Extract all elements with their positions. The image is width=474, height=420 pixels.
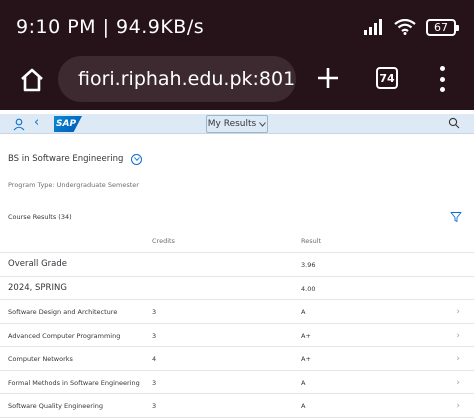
course-name: Software Quality Engineering (8, 402, 104, 410)
chevron-right-icon[interactable]: › (456, 354, 460, 364)
app-title-menu[interactable]: My Results (206, 115, 268, 133)
plus-icon (318, 68, 338, 88)
program-header: BS in Software Engineering (8, 151, 143, 167)
menu-dot-icon (439, 66, 445, 71)
course-result: A+ (301, 355, 311, 363)
course-name: Software Design and Architecture (8, 308, 118, 316)
table-row[interactable]: Formal Methods in Software Engineering 3 A… (0, 371, 474, 394)
course-result: A (301, 402, 306, 410)
results-table: Credits Result Overall Grade 3.96 2024, SP… (0, 229, 474, 418)
course-result: 3.96 (301, 261, 316, 269)
chevron-right-icon[interactable]: › (456, 307, 460, 317)
status-time-speed: 9:10 PM | 94.9KB/s (16, 16, 205, 38)
search-icon[interactable] (448, 117, 460, 129)
sap-logo[interactable]: SAP (54, 116, 82, 132)
table-header: Credits Result (0, 229, 474, 253)
menu-dot-icon (439, 87, 445, 92)
course-name: 2024, SPRING (8, 282, 67, 293)
home-icon (21, 68, 43, 92)
course-credits: 3 (152, 378, 157, 387)
course-result: A (301, 378, 306, 387)
app-title: My Results (207, 119, 257, 129)
results-toolbar: Course Results (34) (0, 210, 474, 226)
status-bar: 9:10 PM | 94.9KB/s 67 (0, 0, 474, 52)
chevron-right-icon[interactable]: › (456, 401, 460, 411)
table-row[interactable]: Advanced Computer Programming 3 A+ › (0, 324, 474, 347)
wifi-icon (394, 19, 416, 35)
course-result: A+ (301, 331, 311, 340)
user-icon[interactable] (12, 117, 26, 131)
menu-dot-icon (439, 76, 445, 82)
table-row[interactable]: Software Quality Engineering 3 A › (0, 394, 474, 418)
course-result: A (301, 308, 306, 316)
chevron-down-icon (134, 157, 140, 161)
course-credits: 3 (152, 331, 157, 340)
expand-header-button[interactable] (131, 153, 143, 165)
course-credits: 3 (152, 308, 157, 316)
home-button[interactable] (14, 62, 50, 98)
chevron-right-icon[interactable]: › (456, 378, 460, 388)
chevron-right-icon[interactable]: › (456, 331, 460, 341)
course-name: Formal Methods in Software Engineering (8, 378, 140, 387)
results-count: Course Results (34) (8, 213, 72, 221)
course-credits: 4 (152, 355, 157, 363)
url-text[interactable]: fiori.riphah.edu.pk:8011/ (78, 68, 296, 90)
course-result: 4.00 (301, 284, 316, 293)
status-icons: 67 (364, 16, 459, 38)
tab-switcher-button[interactable]: 74 (376, 67, 398, 89)
table-row[interactable]: Computer Networks 4 A+ › (0, 347, 474, 371)
table-row[interactable]: Software Design and Architecture 3 A › (0, 300, 474, 324)
program-title: BS in Software Engineering (8, 154, 124, 164)
course-name: Advanced Computer Programming (8, 331, 121, 340)
course-credits: 3 (152, 402, 157, 410)
address-bar[interactable]: fiori.riphah.edu.pk:8011/ (58, 56, 296, 102)
table-group-row: 2024, SPRING 4.00 (0, 276, 474, 300)
signal-icon (364, 19, 382, 35)
chevron-down-icon (259, 121, 267, 127)
table-body: Overall Grade 3.96 2024, SPRING 4.00 Softwar… (0, 253, 474, 418)
back-button[interactable]: ‹ (34, 115, 39, 130)
new-tab-button[interactable] (310, 60, 346, 96)
table-group-row: Overall Grade 3.96 (0, 253, 474, 277)
more-menu-button[interactable] (436, 66, 448, 92)
shell-bar: ‹ SAP My Results (0, 114, 474, 134)
filter-icon[interactable] (450, 211, 462, 223)
browser-chrome: 9:10 PM | 94.9KB/s 67 fiori.riphah.edu.p… (0, 0, 474, 110)
column-header-result: Result (301, 237, 322, 245)
program-type: Program Type: Undergraduate Semester (8, 181, 139, 189)
browser-toolbar: fiori.riphah.edu.pk:8011/ 74 (0, 52, 474, 108)
course-name: Computer Networks (8, 355, 73, 363)
battery-icon: 67 (426, 18, 459, 36)
course-name: Overall Grade (8, 259, 67, 269)
column-header-credits: Credits (152, 237, 175, 245)
